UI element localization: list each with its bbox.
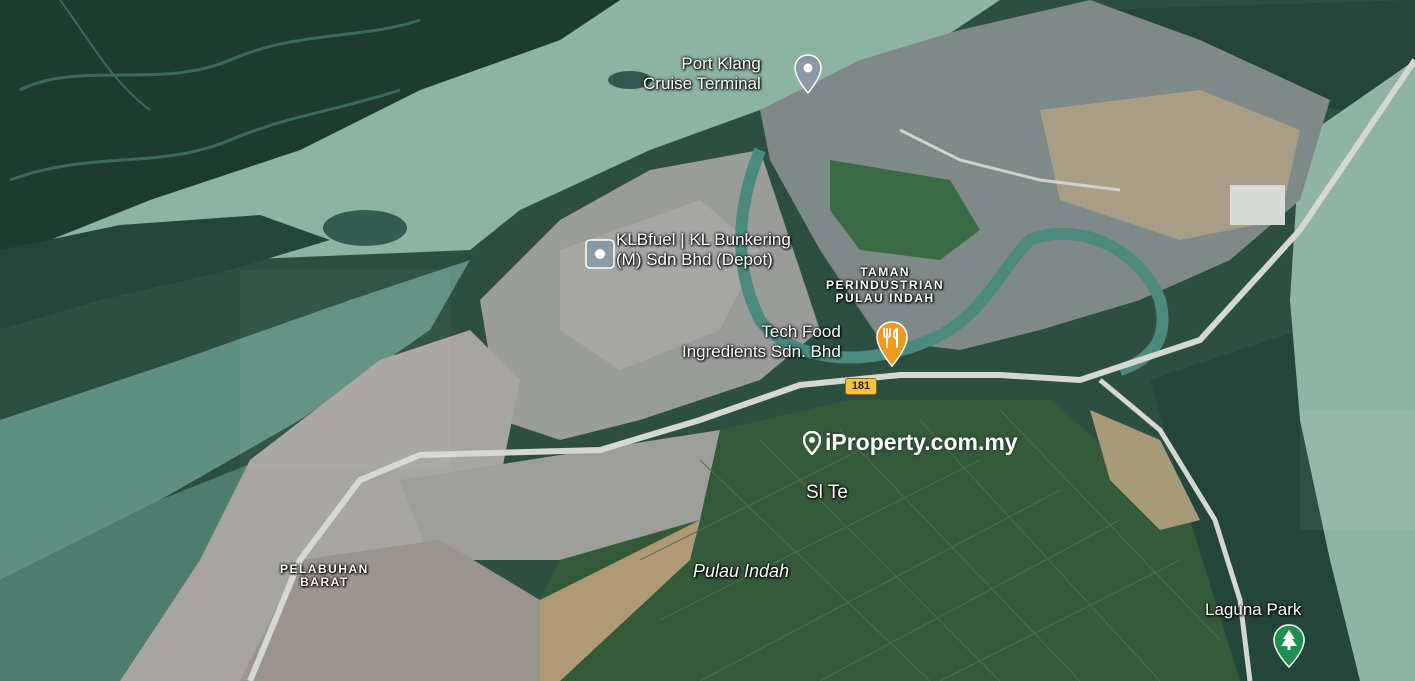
pin-icon[interactable] [794,54,822,94]
tree-icon[interactable] [1273,624,1305,668]
location-pin-icon [803,430,821,455]
watermark-text: iProperty.com.my [825,429,1018,455]
pulau-indah-label: Pulau Indah [693,561,790,581]
restaurant-icon[interactable] [876,321,908,367]
laguna-park-label[interactable]: Laguna Park [1205,600,1301,620]
tech-food-label[interactable]: Tech Food Ingredients Sdn. Bhd [682,322,841,362]
sl-te-label: Sl Te [806,482,848,503]
square-pin-icon[interactable] [585,239,615,271]
cruise-terminal-label[interactable]: Port Klang Cruise Terminal [643,54,761,94]
road-shield-181: 181 [845,378,877,395]
iproperty-watermark: iProperty.com.my [803,429,1018,456]
satellite-map[interactable]: Port Klang Cruise Terminal KLBfuel | KL … [0,0,1415,681]
pelabuhan-barat-label: PELABUHAN BARAT [280,562,369,589]
taman-perindustrian-label: TAMAN PERINDUSTRIAN PULAU INDAH [826,265,945,305]
klbfuel-label[interactable]: KLBfuel | KL Bunkering (M) Sdn Bhd (Depo… [616,230,791,270]
